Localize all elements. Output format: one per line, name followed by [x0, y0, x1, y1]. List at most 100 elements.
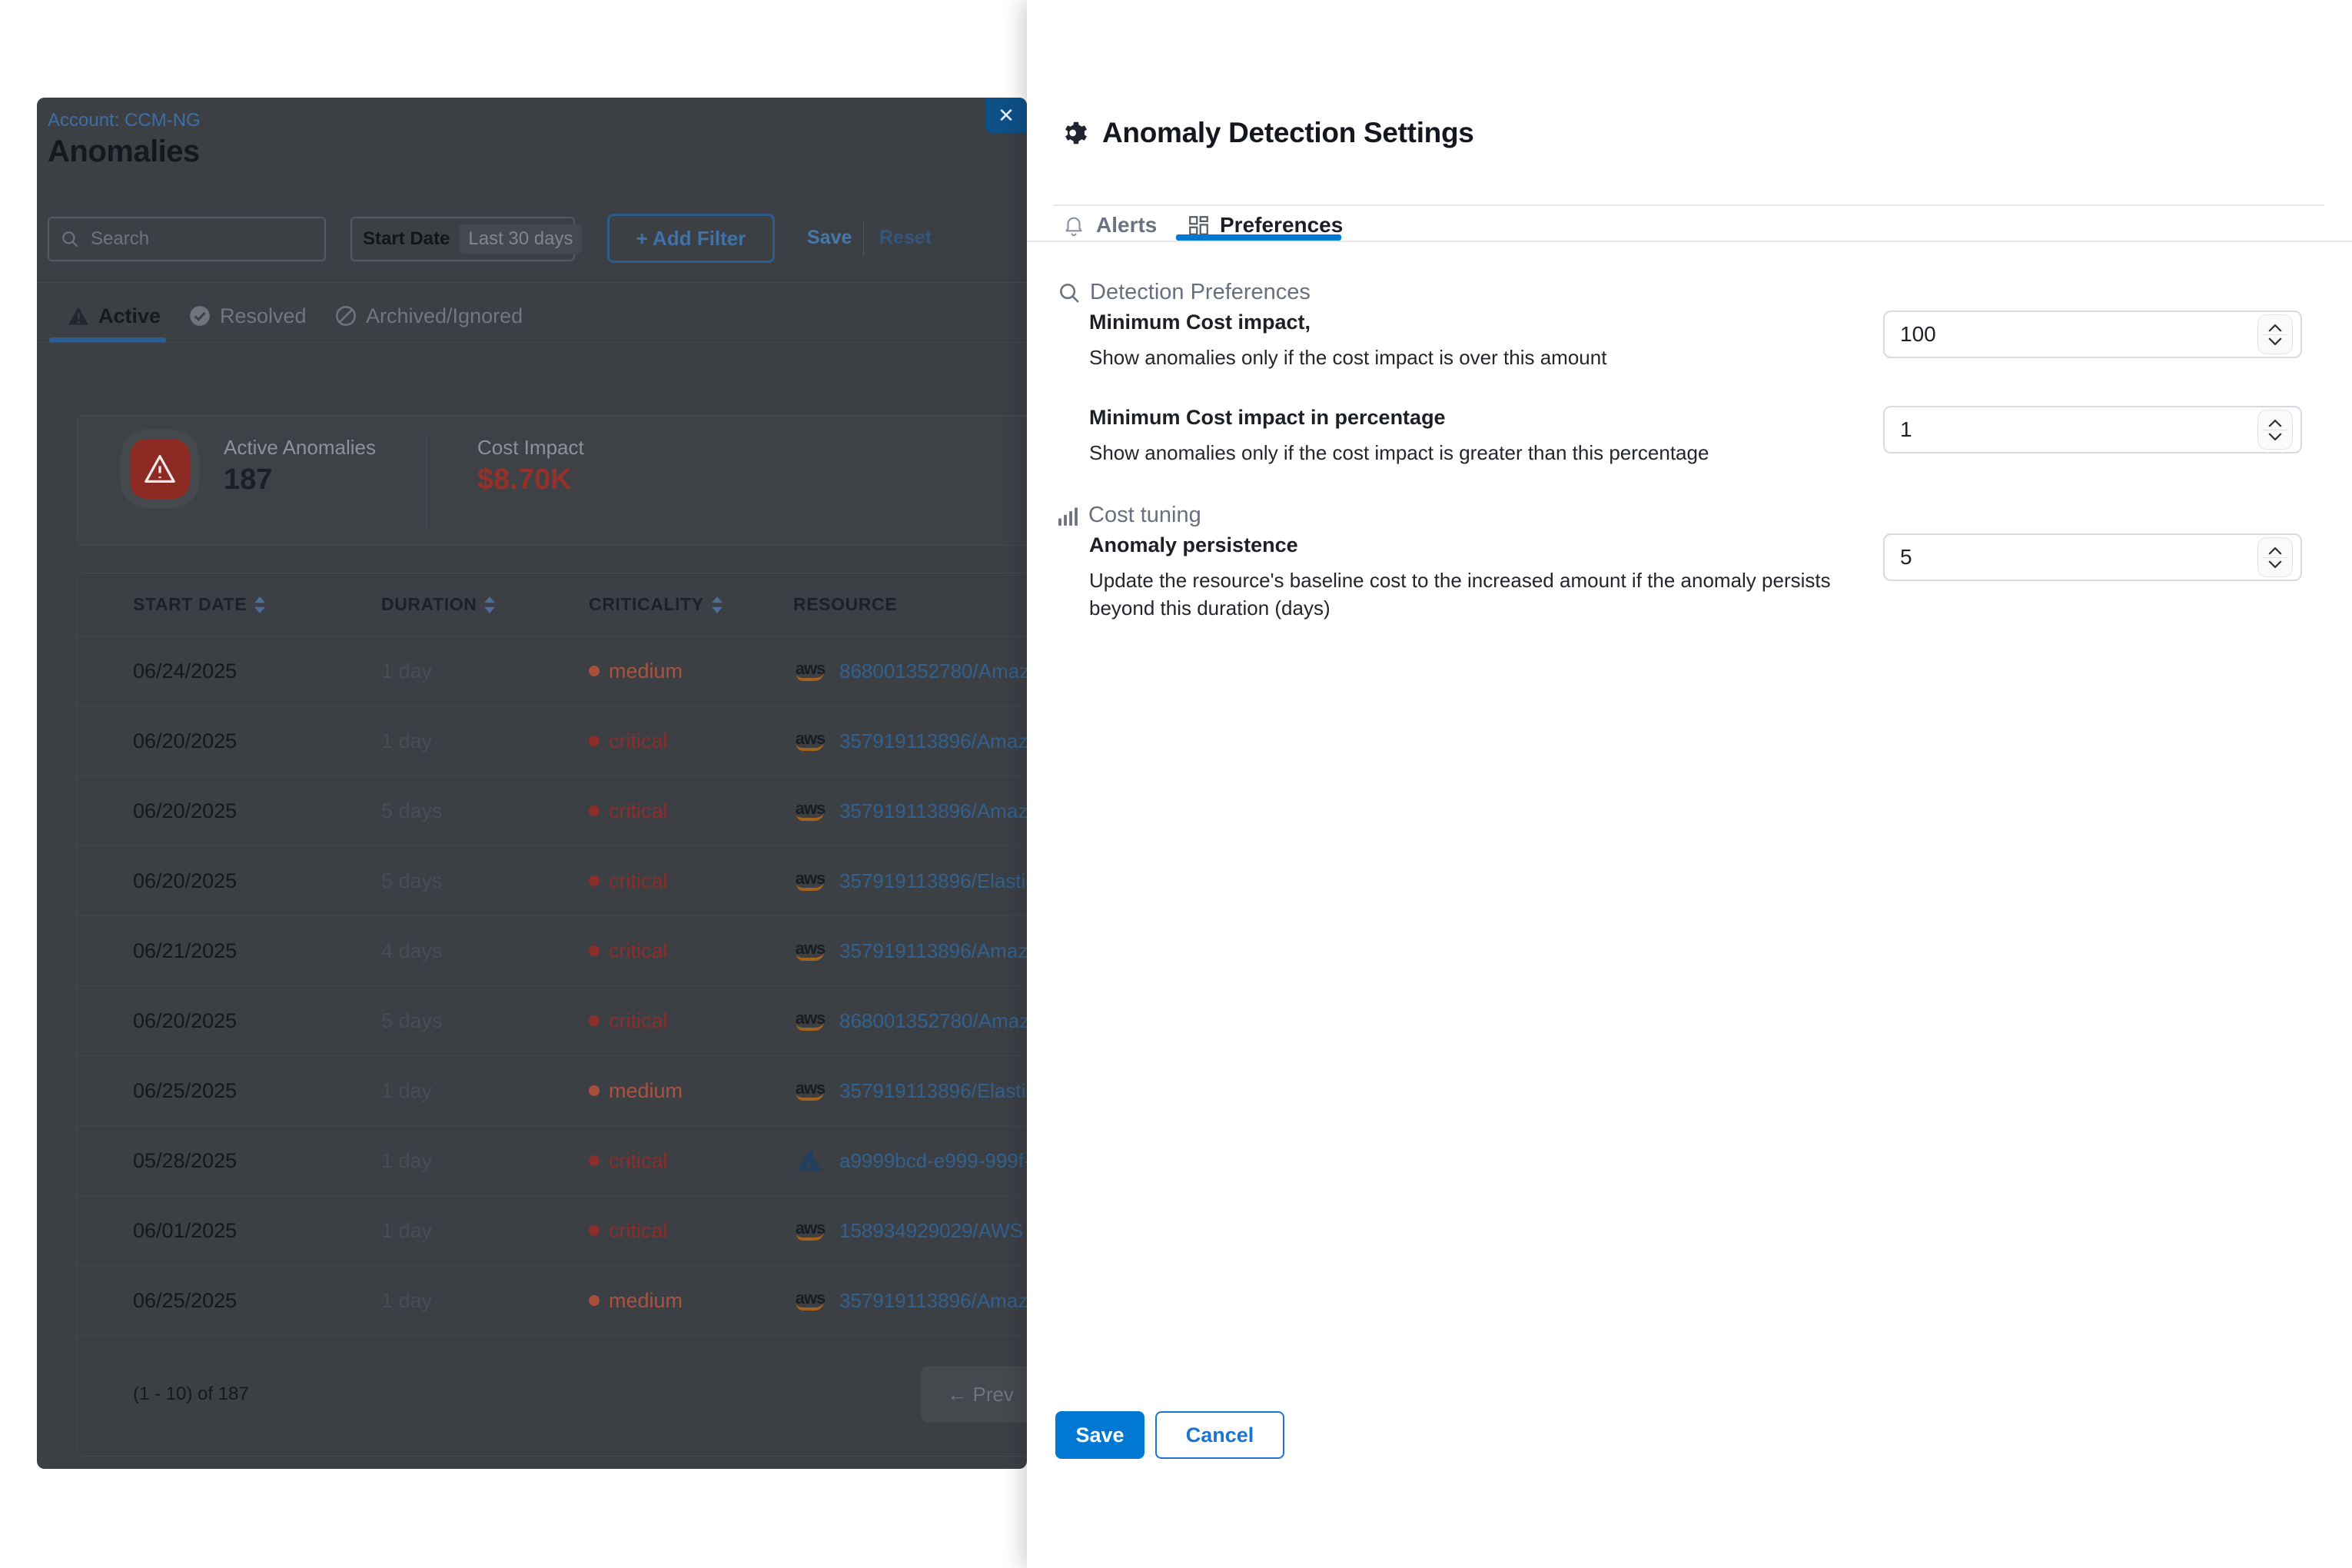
settings-actions: Save Cancel [1055, 1411, 1284, 1459]
setting-description: Show anomalies only if the cost impact i… [1089, 344, 1858, 371]
tab-active[interactable]: Active [68, 301, 161, 331]
criticality-dot [589, 806, 600, 816]
resource-link[interactable]: 357919113896/Amazon [839, 1289, 1027, 1313]
filter-save-link[interactable]: Save [807, 227, 852, 249]
resource-link[interactable]: 158934929029/AWS Co [839, 1219, 1027, 1243]
cell-start-date: 06/01/2025 [133, 1219, 381, 1243]
table-row[interactable]: 06/21/2025 4 days critical aws3579191138… [78, 916, 1027, 986]
table-row[interactable]: 06/20/2025 5 days critical aws8680013527… [78, 986, 1027, 1056]
close-button[interactable]: ✕ [985, 98, 1027, 133]
column-header-duration[interactable]: DURATION [381, 594, 589, 615]
number-stepper[interactable] [2257, 537, 2293, 577]
cell-start-date: 06/24/2025 [133, 659, 381, 683]
cost-impact-value: $8.70K [477, 463, 572, 497]
criticality-label: critical [609, 1219, 668, 1243]
breadcrumb[interactable]: Account: CCM-NG [48, 110, 201, 131]
cell-duration: 5 days [381, 799, 589, 823]
sort-icon[interactable] [254, 596, 265, 613]
setting-min-cost-impact: Minimum Cost impact, Show anomalies only… [1089, 311, 2302, 371]
resource-link[interactable]: 357919113896/Amazon [839, 939, 1027, 963]
chevron-down-icon[interactable] [2268, 337, 2282, 345]
table-header-row: START DATE DURATION CRITICALITY RESOURCE [78, 573, 1027, 636]
setting-description: Update the resource's baseline cost to t… [1089, 566, 1858, 622]
resource-link[interactable]: 357919113896/Elastic Lo [839, 869, 1027, 893]
table-row[interactable]: 06/24/2025 1 day medium aws868001352780/… [78, 636, 1027, 706]
table-row[interactable]: 06/20/2025 5 days critical aws3579191138… [78, 776, 1027, 846]
prev-page-button[interactable]: ← Prev [947, 1383, 1014, 1407]
start-date-value[interactable]: Last 30 days [459, 224, 582, 254]
cell-duration: 5 days [381, 869, 589, 893]
tab-active-label: Active [98, 304, 161, 328]
chevron-down-icon[interactable] [2268, 560, 2282, 568]
resource-link[interactable]: 357919113896/Amazon [839, 799, 1027, 823]
min-cost-impact-percentage-field [1883, 406, 2302, 453]
criticality-badge: medium [589, 659, 793, 683]
title-divider [1053, 204, 2324, 206]
aws-icon: aws [793, 731, 827, 751]
anomaly-persistence-input[interactable] [1883, 533, 2302, 581]
anomaly-tabs: Active Resolved Archived/Ignored [37, 294, 1027, 341]
chevron-down-icon[interactable] [2268, 433, 2282, 440]
column-header-criticality[interactable]: CRITICALITY [589, 594, 793, 615]
column-label: START DATE [133, 594, 247, 615]
setting-anomaly-persistence: Anomaly persistence Update the resource'… [1089, 533, 2302, 622]
tab-alerts[interactable]: Alerts [1062, 209, 1157, 241]
resource-link[interactable]: 868001352780/Amazon [839, 1009, 1027, 1033]
criticality-label: critical [609, 1009, 668, 1033]
cell-duration: 5 days [381, 1009, 589, 1033]
cancel-button[interactable]: Cancel [1155, 1411, 1284, 1459]
criticality-badge: critical [589, 939, 793, 963]
min-cost-impact-field [1883, 311, 2302, 358]
min-cost-impact-input[interactable] [1883, 311, 2302, 358]
number-stepper[interactable] [2257, 314, 2293, 354]
cell-duration: 1 day [381, 1289, 589, 1313]
criticality-dot [589, 666, 600, 676]
min-cost-impact-percentage-input[interactable] [1883, 406, 2302, 453]
header-divider [37, 282, 1027, 283]
number-stepper[interactable] [2257, 410, 2293, 450]
table-row[interactable]: 06/25/2025 1 day medium aws357919113896/… [78, 1266, 1027, 1336]
table-row[interactable]: 05/28/2025 1 day critical a9999bcd-e999-… [78, 1126, 1027, 1196]
search-input[interactable] [89, 228, 314, 251]
save-button[interactable]: Save [1055, 1411, 1144, 1459]
chevron-up-icon[interactable] [2268, 324, 2282, 332]
filter-reset-link[interactable]: Reset [879, 227, 932, 249]
search-box [48, 217, 326, 261]
column-header-start-date[interactable]: START DATE [133, 594, 381, 615]
add-filter-button[interactable]: + Add Filter [607, 214, 775, 263]
column-header-resource[interactable]: RESOURCE [793, 594, 1027, 615]
sort-icon[interactable] [712, 596, 723, 613]
azure-icon [793, 1149, 827, 1172]
settings-title: Anomaly Detection Settings [1102, 117, 1474, 149]
criticality-label: critical [609, 939, 668, 963]
chevron-up-icon[interactable] [2268, 547, 2282, 555]
cell-start-date: 06/21/2025 [133, 939, 381, 963]
search-icon [1058, 281, 1081, 304]
resource-link[interactable]: 357919113896/Elastic Lo [839, 1079, 1027, 1103]
table-row[interactable]: 06/25/2025 1 day medium aws357919113896/… [78, 1056, 1027, 1126]
column-label: CRITICALITY [589, 594, 704, 615]
resource-link[interactable]: 357919113896/Amazon [839, 729, 1027, 753]
active-anomalies-value: 187 [224, 463, 272, 497]
preferences-tab-underline [1176, 234, 1341, 241]
cell-duration: 1 day [381, 729, 589, 753]
sort-icon[interactable] [484, 596, 495, 613]
cell-start-date: 05/28/2025 [133, 1149, 381, 1173]
tab-archived[interactable]: Archived/Ignored [335, 301, 523, 331]
cost-tuning-heading: Cost tuning [1058, 503, 1201, 528]
aws-icon: aws [793, 1011, 827, 1031]
table-row[interactable]: 06/20/2025 1 day critical aws35791911389… [78, 706, 1027, 776]
criticality-label: medium [609, 1079, 683, 1103]
start-date-label: Start Date [363, 228, 450, 250]
setting-description: Show anomalies only if the cost impact i… [1089, 439, 1858, 467]
chevron-up-icon[interactable] [2268, 420, 2282, 427]
anomalies-modal: Account: CCM-NG Anomalies ✕ Start Date L… [37, 98, 1027, 1469]
criticality-dot [589, 1155, 600, 1166]
tab-resolved[interactable]: Resolved [189, 301, 307, 331]
table-row[interactable]: 06/20/2025 5 days critical aws3579191138… [78, 846, 1027, 916]
bar-chart-icon [1058, 505, 1079, 527]
resource-link[interactable]: a9999bcd-e999-999f-g [839, 1149, 1027, 1173]
criticality-dot [589, 945, 600, 956]
table-row[interactable]: 06/01/2025 1 day critical aws15893492902… [78, 1196, 1027, 1266]
resource-link[interactable]: 868001352780/Amazon [839, 659, 1027, 683]
